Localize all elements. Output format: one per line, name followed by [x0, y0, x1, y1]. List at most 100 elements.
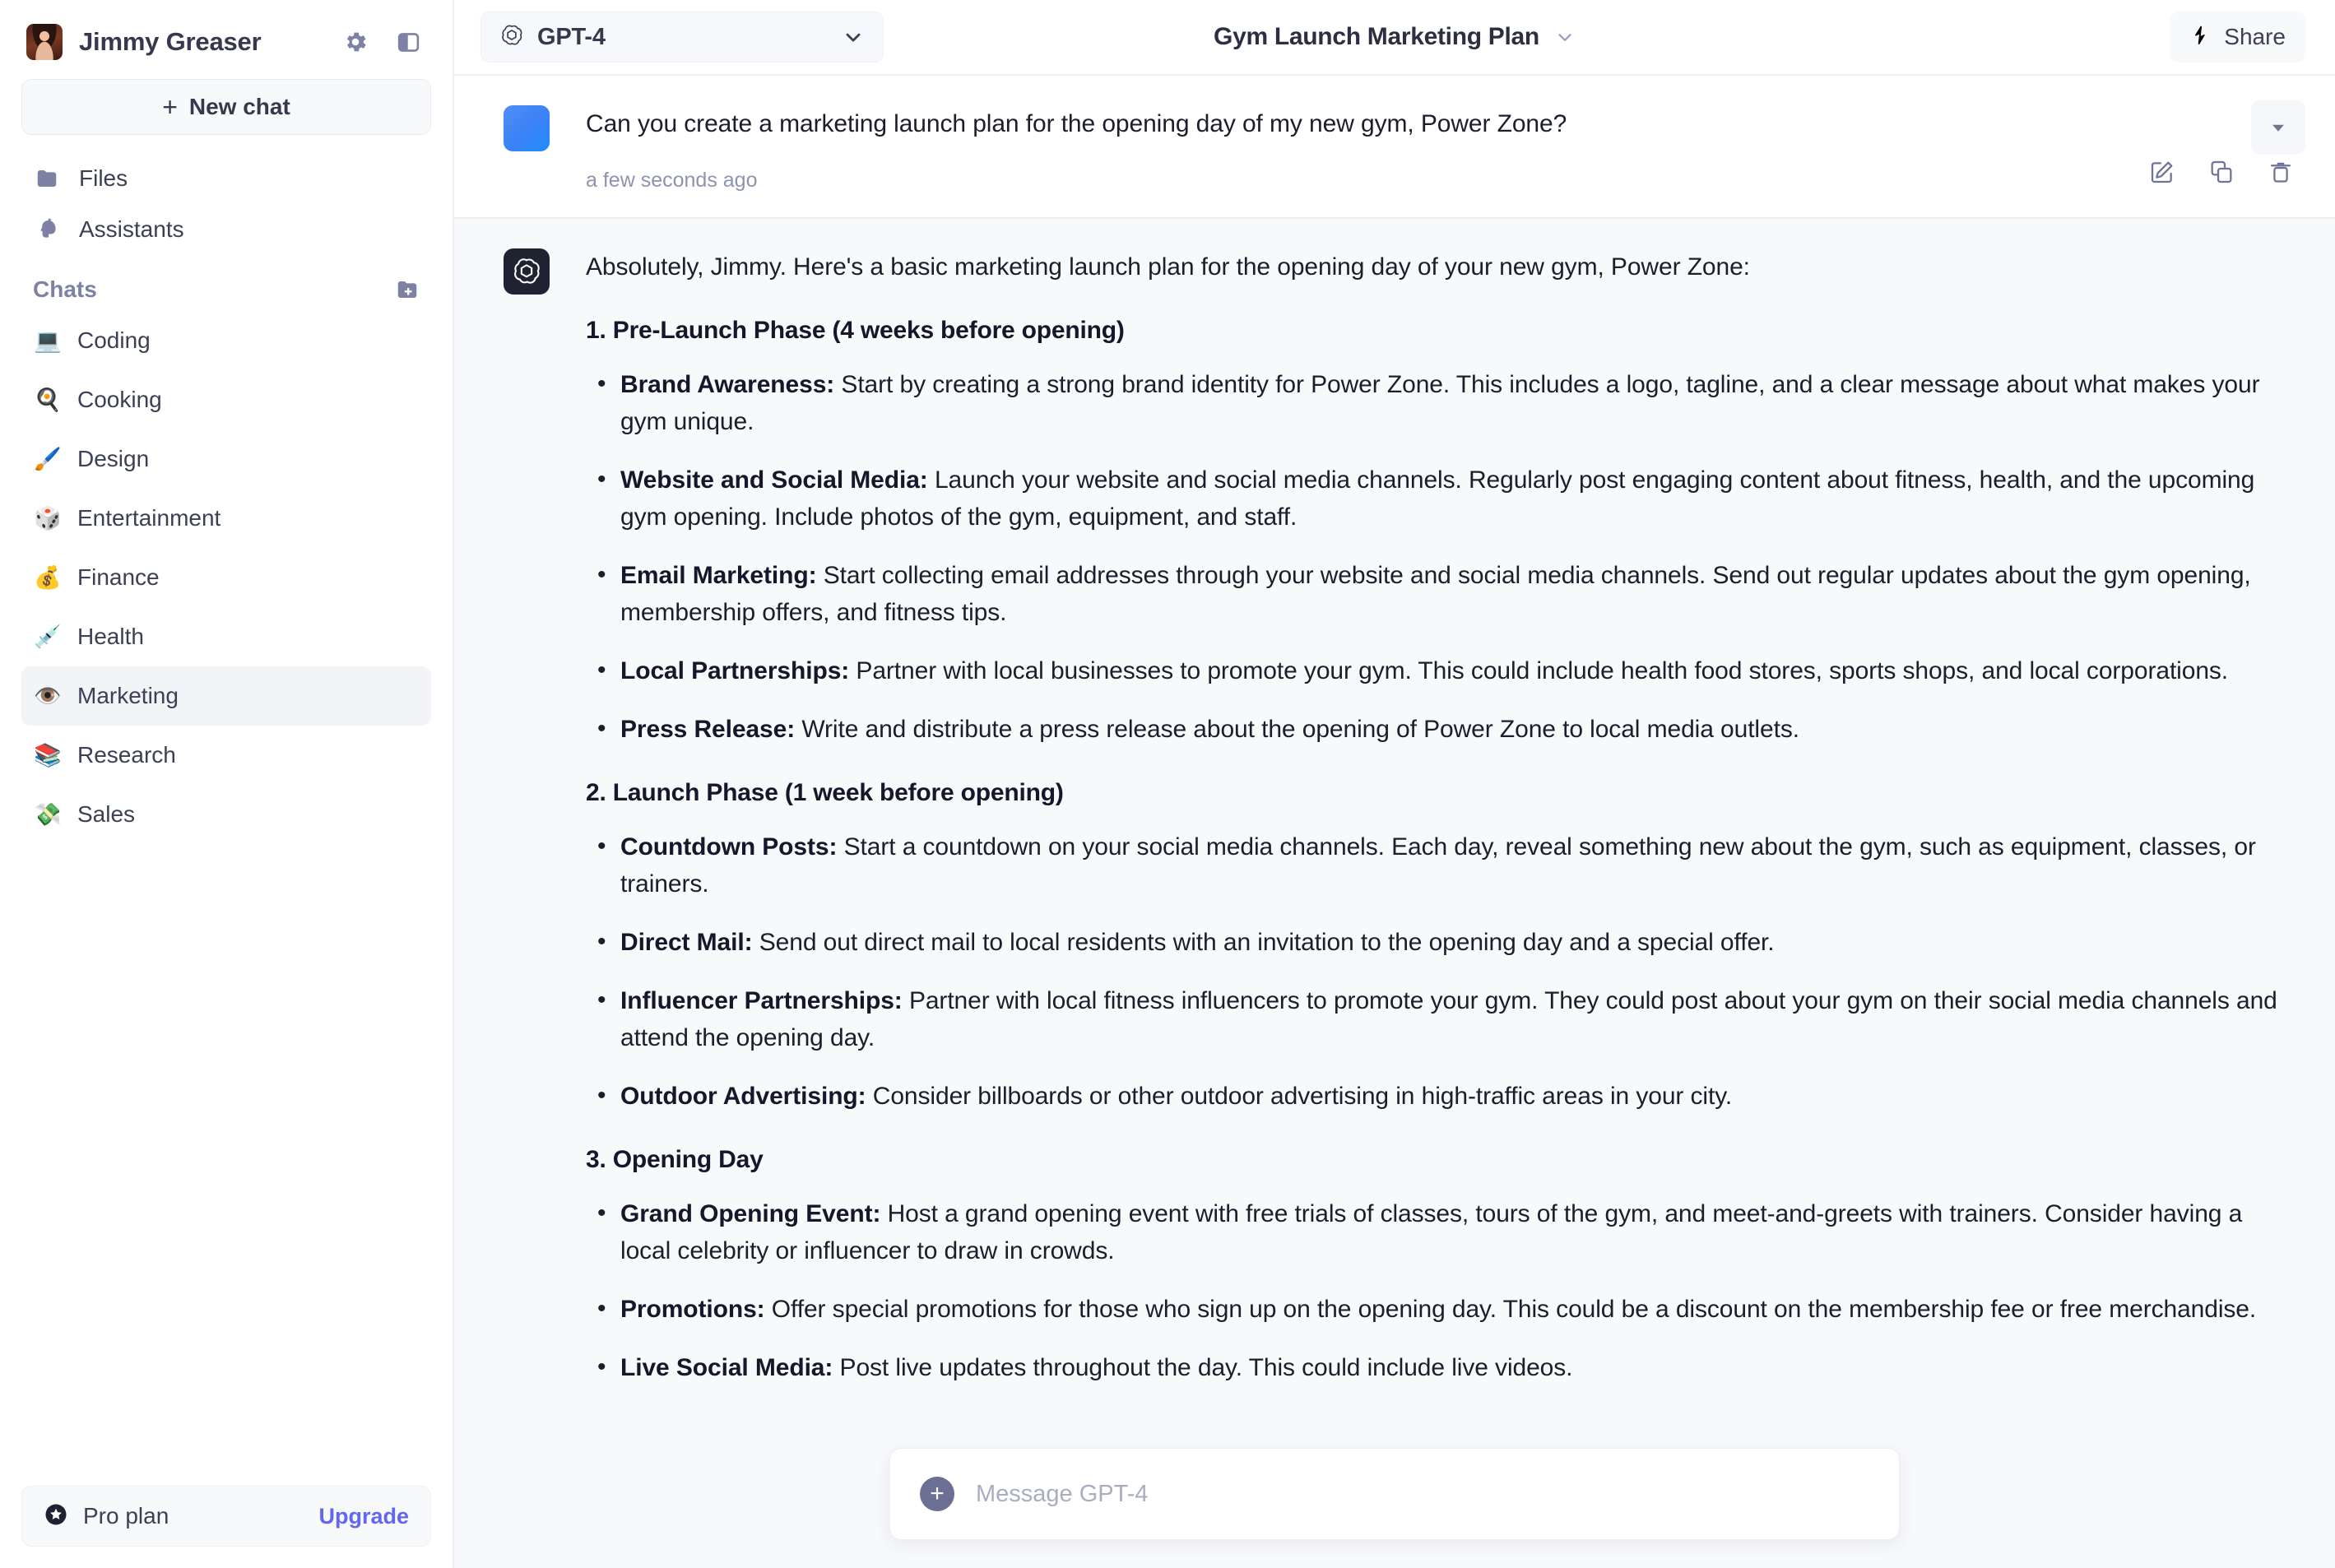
plus-icon: + [162, 92, 178, 122]
message-actions [2149, 159, 2294, 189]
assistant-message: Absolutely, Jimmy. Here's a basic market… [454, 219, 2335, 1411]
plus-circle-icon[interactable]: + [920, 1477, 954, 1511]
section-points: Countdown Posts: Start a countdown on yo… [586, 828, 2286, 1115]
message-timestamp: a few seconds ago [586, 169, 758, 192]
sidebar-item-entertainment[interactable]: 🎲 Entertainment [21, 489, 431, 548]
list-item: Influencer Partnerships: Partner with lo… [586, 981, 2286, 1056]
copy-icon[interactable] [2208, 159, 2235, 189]
list-item-term: Website and Social Media: [620, 466, 928, 494]
laptop-icon: 💻 [34, 327, 62, 353]
assistant-intro: Absolutely, Jimmy. Here's a basic market… [586, 253, 1750, 281]
list-item-term: Grand Opening Event: [620, 1200, 881, 1227]
new-chat-label: New chat [188, 94, 290, 119]
sidebar-footer: Pro plan Upgrade [0, 1486, 453, 1568]
section-heading: 1. Pre-Launch Phase (4 weeks before open… [586, 317, 1125, 344]
chats-section-header: Chats [0, 255, 453, 311]
model-name: GPT-4 [537, 23, 606, 50]
sidebar-item-label: Files [79, 165, 128, 191]
new-chat-button[interactable]: + New chat [21, 79, 431, 135]
list-item-text: Offer special promotions for those who s… [764, 1296, 2257, 1323]
plan-left: Pro plan [44, 1502, 318, 1531]
model-selector[interactable]: GPT-4 [480, 12, 884, 63]
sidebar-item-assistants[interactable]: Assistants [21, 204, 431, 255]
list-item-term: Email Marketing: [620, 562, 817, 589]
sidebar-item-sales[interactable]: 💸 Sales [21, 785, 431, 844]
chat-list: 💻 Coding 🍳 Cooking 🖌️ Design 🎲 Entertain… [0, 311, 453, 844]
chat-item-label: Research [77, 742, 176, 768]
section-heading: 3. Opening Day [586, 1146, 764, 1173]
list-item: Brand Awareness: Start by creating a str… [586, 365, 2286, 440]
conversation-scroll-area[interactable]: Can you create a marketing launch plan f… [454, 76, 2335, 1568]
list-item: Promotions: Offer special promotions for… [586, 1290, 2286, 1328]
composer[interactable]: + [889, 1448, 1900, 1540]
conversation-title-wrap[interactable]: Gym Launch Marketing Plan [1214, 23, 1576, 51]
sidebar: Jimmy Greaser + New chat Files Assistant… [0, 0, 454, 1568]
openai-logo-icon [499, 23, 524, 52]
sidebar-item-coding[interactable]: 💻 Coding [21, 311, 431, 370]
list-item: Live Social Media: Post live updates thr… [586, 1348, 2286, 1386]
share-button[interactable]: Share [2170, 12, 2305, 63]
section-points: Grand Opening Event: Host a grand openin… [586, 1195, 2286, 1386]
plan-box[interactable]: Pro plan Upgrade [21, 1486, 431, 1547]
assistant-message-row: Absolutely, Jimmy. Here's a basic market… [504, 248, 2286, 1386]
list-item-text: Post live updates throughout the day. Th… [833, 1354, 1573, 1381]
chat-item-label: Health [77, 624, 144, 649]
sidebar-item-design[interactable]: 🖌️ Design [21, 429, 431, 489]
list-item: Press Release: Write and distribute a pr… [586, 710, 2286, 748]
money-wings-icon: 💸 [34, 801, 62, 827]
sidebar-toggle-icon[interactable] [390, 24, 426, 60]
page-title: Gym Launch Marketing Plan [1214, 23, 1539, 50]
chevron-down-icon[interactable] [1554, 26, 1576, 48]
syringe-icon: 💉 [34, 624, 62, 649]
main-area: GPT-4 Gym Launch Marketing Plan Share Ca… [454, 0, 2335, 1568]
sidebar-item-research[interactable]: 📚 Research [21, 726, 431, 785]
primary-nav: Files Assistants [0, 135, 453, 255]
chevron-down-icon[interactable] [842, 26, 865, 49]
list-item: Website and Social Media: Launch your we… [586, 461, 2286, 536]
list-item: Outdoor Advertising: Consider billboards… [586, 1077, 2286, 1115]
list-item-term: Brand Awareness: [620, 371, 835, 398]
plan-label: Pro plan [83, 1503, 169, 1529]
delete-icon[interactable] [2268, 159, 2294, 189]
gear-icon[interactable] [337, 24, 374, 60]
section-points: Brand Awareness: Start by creating a str… [586, 365, 2286, 748]
chat-item-label: Cooking [77, 387, 162, 412]
user-message-row: Can you create a marketing launch plan f… [504, 105, 2286, 193]
list-item-text: Start by creating a strong brand identit… [620, 371, 2260, 435]
caret-down-icon[interactable] [2251, 100, 2305, 155]
sidebar-item-health[interactable]: 💉 Health [21, 607, 431, 666]
sidebar-item-marketing[interactable]: 👁️ Marketing [21, 666, 431, 726]
user-row[interactable]: Jimmy Greaser [21, 16, 431, 67]
user-message-text: Can you create a marketing launch plan f… [586, 110, 1567, 137]
app-root: Jimmy Greaser + New chat Files Assistant… [0, 0, 2335, 1568]
sidebar-item-files[interactable]: Files [21, 153, 431, 204]
list-item-term: Direct Mail: [620, 929, 753, 956]
new-folder-icon[interactable] [395, 277, 420, 302]
sidebar-item-cooking[interactable]: 🍳 Cooking [21, 370, 431, 429]
list-item: Local Partnerships: Partner with local b… [586, 652, 2286, 689]
star-badge-icon [44, 1502, 68, 1531]
list-item-term: Press Release: [620, 716, 796, 743]
folder-icon [33, 166, 61, 191]
upgrade-link[interactable]: Upgrade [318, 1504, 409, 1529]
list-item: Direct Mail: Send out direct mail to loc… [586, 923, 2286, 961]
chat-item-label: Finance [77, 564, 160, 590]
chat-item-label: Coding [77, 327, 151, 353]
eye-icon: 👁️ [34, 683, 62, 708]
edit-icon[interactable] [2149, 159, 2175, 189]
sidebar-top: Jimmy Greaser + New chat [0, 0, 453, 135]
sidebar-item-finance[interactable]: 💰 Finance [21, 548, 431, 607]
assistant-message-body: Absolutely, Jimmy. Here's a basic market… [586, 248, 2286, 1386]
chat-item-label: Design [77, 446, 150, 471]
list-item-term: Outdoor Advertising: [620, 1083, 866, 1110]
section-heading: 2. Launch Phase (1 week before opening) [586, 779, 1064, 806]
chat-item-label: Sales [77, 801, 136, 827]
list-item-term: Local Partnerships: [620, 657, 850, 684]
list-item-term: Influencer Partnerships: [620, 987, 903, 1014]
books-icon: 📚 [34, 742, 62, 768]
avatar [26, 24, 63, 60]
chat-item-label: Entertainment [77, 505, 221, 531]
search-input[interactable] [976, 1480, 1869, 1508]
money-bag-icon: 💰 [34, 564, 62, 590]
list-item: Grand Opening Event: Host a grand openin… [586, 1195, 2286, 1269]
